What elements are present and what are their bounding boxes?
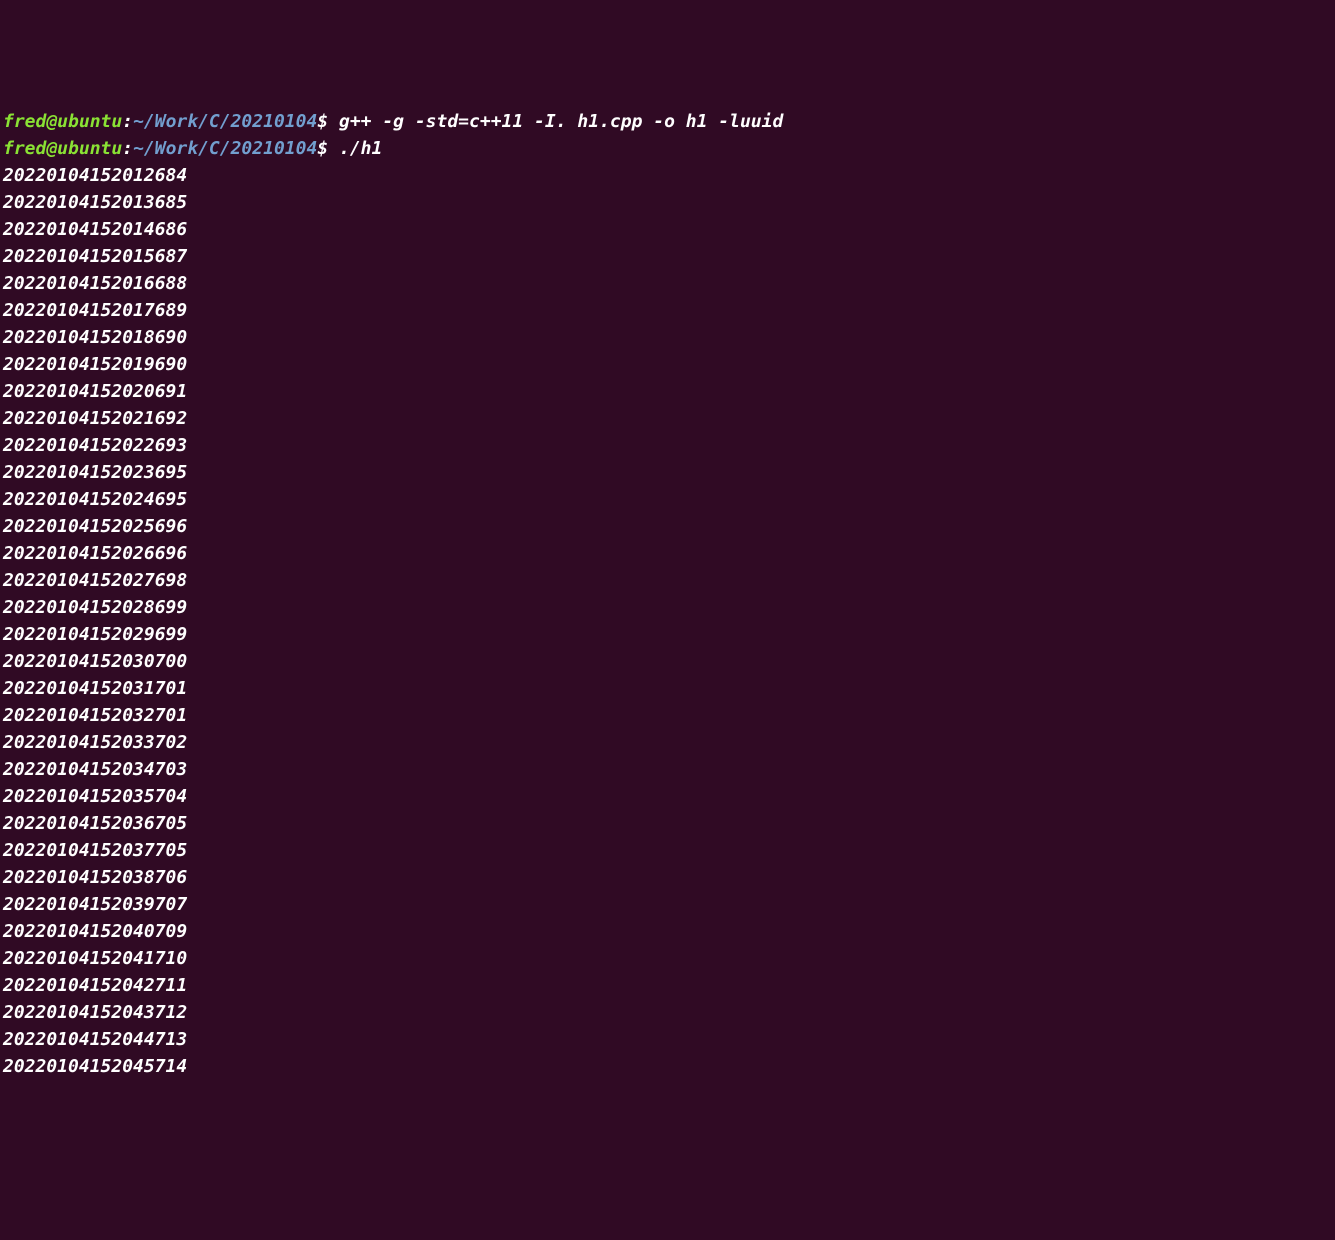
output-line: 20220104152037705	[3, 837, 1332, 864]
prompt-line-2: fred@ubuntu:~/Work/C/20210104$ ./h1	[3, 135, 1332, 162]
prompt-colon: :	[122, 111, 133, 132]
output-line: 20220104152020691	[3, 378, 1332, 405]
prompt-line-1: fred@ubuntu:~/Work/C/20210104$ g++ -g -s…	[3, 108, 1332, 135]
output-line: 20220104152019690	[3, 351, 1332, 378]
prompt-user: fred@ubuntu	[3, 111, 122, 132]
prompt-colon: :	[122, 138, 133, 159]
output-line: 20220104152036705	[3, 810, 1332, 837]
output-line: 20220104152024695	[3, 486, 1332, 513]
output-line: 20220104152038706	[3, 864, 1332, 891]
output-line: 20220104152025696	[3, 513, 1332, 540]
output-line: 20220104152039707	[3, 891, 1332, 918]
output-line: 20220104152012684	[3, 162, 1332, 189]
output-line: 20220104152041710	[3, 945, 1332, 972]
output-line: 20220104152042711	[3, 972, 1332, 999]
prompt-dollar: $	[317, 138, 328, 159]
output-line: 20220104152016688	[3, 270, 1332, 297]
output-line: 20220104152043712	[3, 999, 1332, 1026]
output-line: 20220104152015687	[3, 243, 1332, 270]
output-line: 20220104152032701	[3, 702, 1332, 729]
prompt-path: ~/Work/C/20210104	[133, 111, 317, 132]
output-line: 20220104152013685	[3, 189, 1332, 216]
prompt-path: ~/Work/C/20210104	[133, 138, 317, 159]
output-line: 20220104152018690	[3, 324, 1332, 351]
output-line: 20220104152028699	[3, 594, 1332, 621]
output-line: 20220104152034703	[3, 756, 1332, 783]
output-line: 20220104152023695	[3, 459, 1332, 486]
terminal-window[interactable]: fred@ubuntu:~/Work/C/20210104$ g++ -g -s…	[3, 108, 1332, 1105]
command-text: g++ -g -std=c++11 -I. h1.cpp -o h1 -luui…	[328, 111, 783, 132]
prompt-dollar: $	[317, 111, 328, 132]
output-line: 20220104152030700	[3, 648, 1332, 675]
output-line: 20220104152044713	[3, 1026, 1332, 1053]
output-line: 20220104152017689	[3, 297, 1332, 324]
output-line: 20220104152021692	[3, 405, 1332, 432]
output-line: 20220104152031701	[3, 675, 1332, 702]
output-line: 20220104152014686	[3, 216, 1332, 243]
output-line: 20220104152045714	[3, 1053, 1332, 1080]
command-text: ./h1	[328, 138, 382, 159]
output-line: 20220104152035704	[3, 783, 1332, 810]
output-line: 20220104152040709	[3, 918, 1332, 945]
output-line: 20220104152033702	[3, 729, 1332, 756]
prompt-user: fred@ubuntu	[3, 138, 122, 159]
output-line: 20220104152026696	[3, 540, 1332, 567]
output-line: 20220104152027698	[3, 567, 1332, 594]
output-line: 20220104152022693	[3, 432, 1332, 459]
output-line: 20220104152029699	[3, 621, 1332, 648]
